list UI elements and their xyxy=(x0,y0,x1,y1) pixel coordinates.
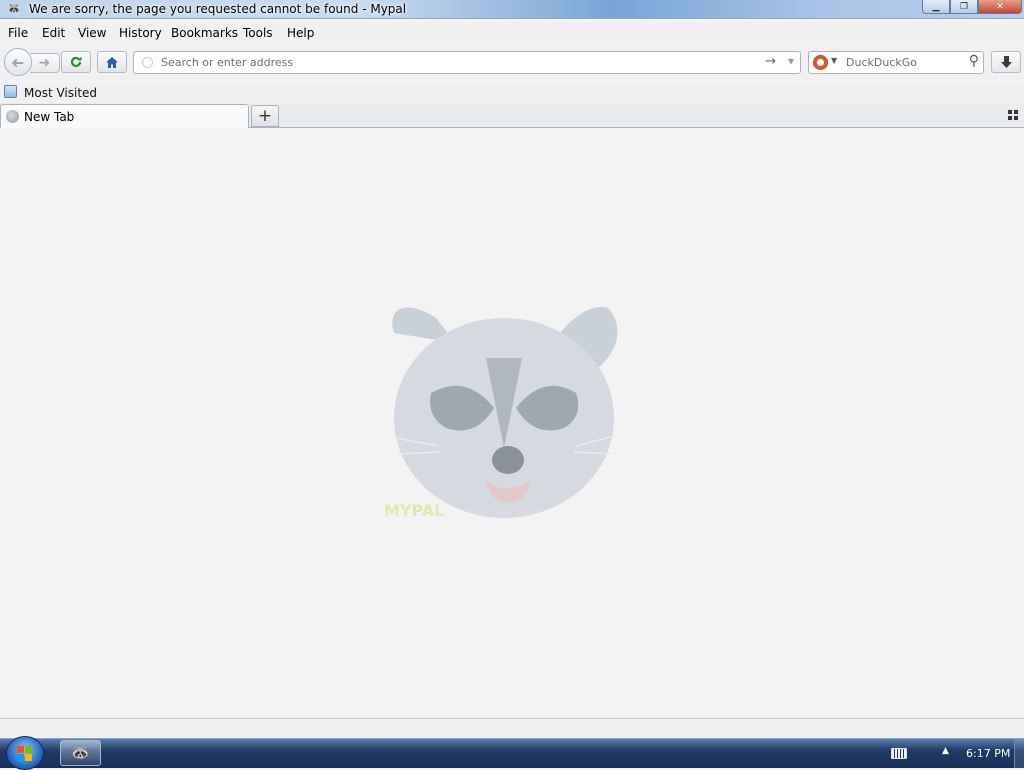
mascot-caption: MYPAL xyxy=(384,501,444,520)
menu-bar: File Edit View History Bookmarks Tools H… xyxy=(0,22,1024,44)
menu-help[interactable]: Help xyxy=(287,26,314,40)
taskbar-mypal-button[interactable]: 🦝 xyxy=(60,740,101,766)
taskbar: 🦝 ▲ 6:17 PM xyxy=(0,736,1024,770)
show-hidden-icons-icon[interactable]: ▲ xyxy=(942,746,949,756)
window-titlebar[interactable]: 🦝 We are sorry, the page you requested c… xyxy=(0,0,1024,19)
tab-groups-icon[interactable] xyxy=(1008,110,1018,120)
home-icon xyxy=(106,56,118,68)
bookmark-folder-icon xyxy=(4,85,17,98)
minimize-button[interactable]: ▁ xyxy=(922,0,950,14)
show-desktop-button[interactable] xyxy=(1014,739,1024,768)
new-tab-button[interactable]: + xyxy=(251,105,279,127)
system-clock[interactable]: 6:17 PM xyxy=(966,747,1010,760)
chevron-down-icon[interactable]: ▼ xyxy=(831,56,837,65)
menu-tools[interactable]: Tools xyxy=(243,26,273,40)
home-button[interactable] xyxy=(97,51,127,73)
menu-file[interactable]: File xyxy=(8,26,28,40)
search-icon[interactable]: ⚲ xyxy=(969,53,979,69)
plus-icon: + xyxy=(257,106,273,126)
raccoon-icon: 🦝 xyxy=(7,2,21,15)
address-bar[interactable]: → ▾ xyxy=(133,51,801,74)
history-dropdown-icon[interactable]: ▾ xyxy=(788,54,794,68)
raccoon-face-logo: MYPAL xyxy=(384,307,618,520)
tab-label: New Tab xyxy=(24,110,75,124)
bookmark-most-visited[interactable]: Most Visited xyxy=(24,86,97,100)
keyboard-icon[interactable] xyxy=(891,748,907,759)
close-button[interactable]: ✕ xyxy=(978,0,1022,14)
arrow-right-icon: ➜ xyxy=(38,55,51,71)
reload-button[interactable] xyxy=(61,51,91,73)
menu-edit[interactable]: Edit xyxy=(42,26,65,40)
arrow-left-icon: ➜ xyxy=(11,52,25,72)
window-title: We are sorry, the page you requested can… xyxy=(29,2,407,16)
download-icon xyxy=(1000,56,1012,68)
raccoon-icon: 🦝 xyxy=(71,745,90,761)
back-button[interactable]: ➜ xyxy=(4,48,32,76)
reload-icon xyxy=(70,56,82,68)
tab-strip: New Tab + xyxy=(0,103,1024,128)
search-input[interactable] xyxy=(844,55,966,70)
duckduckgo-icon[interactable] xyxy=(813,55,828,70)
page-content: MYPAL xyxy=(0,128,1024,718)
search-bar[interactable]: ▼ ⚲ xyxy=(808,51,984,74)
navigation-toolbar: ➜ ➜ → ▾ ▼ ⚲ xyxy=(0,46,1024,80)
window-controls: ▁ ❐ ✕ xyxy=(922,0,1022,14)
menu-view[interactable]: View xyxy=(78,26,106,40)
menu-history[interactable]: History xyxy=(119,26,162,40)
menu-bookmarks[interactable]: Bookmarks xyxy=(171,26,238,40)
go-arrow-icon[interactable]: → xyxy=(765,54,776,69)
forward-button[interactable]: ➜ xyxy=(30,53,60,73)
tab-new-tab[interactable]: New Tab xyxy=(0,104,249,128)
status-bar xyxy=(0,719,1024,738)
bookmarks-toolbar: Most Visited xyxy=(0,82,1024,102)
site-identity-icon[interactable] xyxy=(142,57,153,68)
downloads-button[interactable] xyxy=(991,51,1021,73)
start-button[interactable] xyxy=(6,736,44,770)
maximize-button[interactable]: ❐ xyxy=(950,0,978,14)
globe-icon xyxy=(6,110,19,123)
address-input[interactable] xyxy=(159,55,753,70)
